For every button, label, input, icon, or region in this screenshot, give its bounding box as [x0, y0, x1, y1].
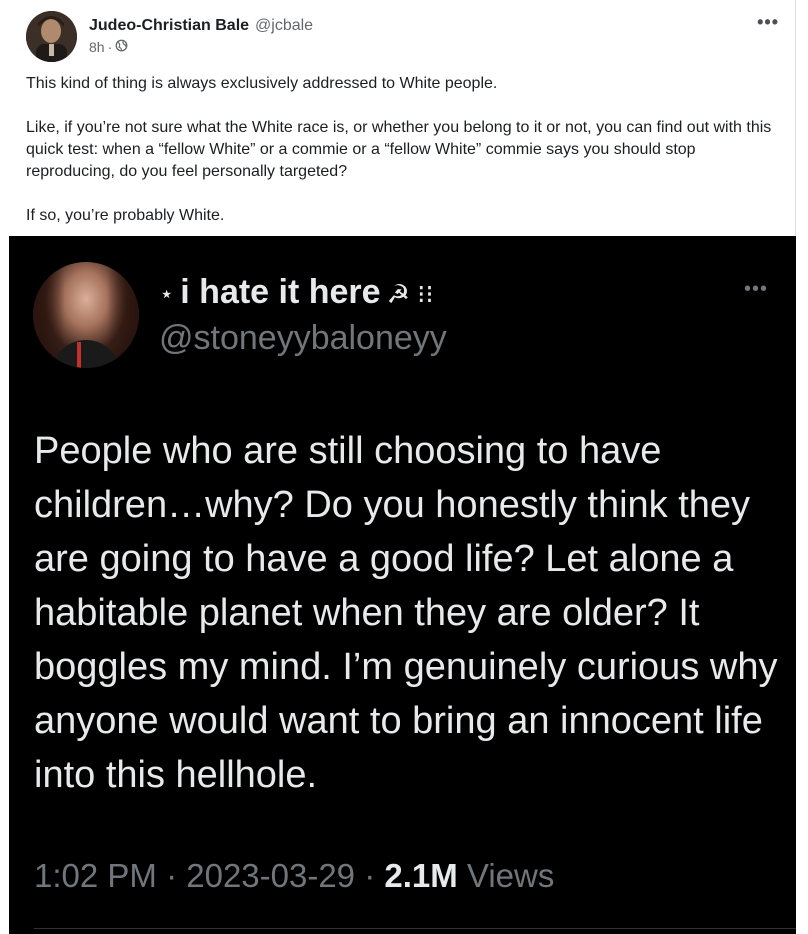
- social-post: Judeo-Christian Bale @jcbale 8h · ••• Thi…: [0, 0, 796, 934]
- tweet-author-avatar: [33, 262, 139, 368]
- post-body: This kind of thing is always exclusively…: [26, 73, 776, 249]
- tweet-time: 1:02 PM: [34, 857, 157, 894]
- author-row: Judeo-Christian Bale @jcbale: [89, 16, 313, 36]
- author-name[interactable]: Judeo-Christian Bale: [89, 17, 249, 34]
- post-paragraph: This kind of thing is always exclusively…: [26, 75, 498, 92]
- tweet-views-count: 2.1M: [384, 857, 458, 894]
- post-time[interactable]: 8h: [89, 39, 105, 55]
- post-paragraph: If so, you’re probably White.: [26, 207, 225, 224]
- tweet-display-name-row: ⋆ i hate it here ☭ ⁝⁝: [161, 272, 434, 314]
- hammer-sickle-icon: ☭ ⁝⁝: [386, 279, 434, 309]
- separator-dot: ·: [355, 857, 385, 894]
- star-icon: ⋆: [161, 284, 173, 305]
- tweet-handle: @stoneyybaloneyy: [159, 319, 447, 357]
- tweet-date: 2023-03-29: [186, 857, 356, 894]
- post-more-options-button[interactable]: •••: [757, 12, 779, 33]
- separator-dot: ·: [156, 857, 187, 894]
- avatar-stripe-shape: [77, 342, 81, 368]
- author-avatar[interactable]: [26, 11, 77, 62]
- tweet-more-icon: •••: [743, 278, 768, 300]
- post-meta: Judeo-Christian Bale @jcbale 8h ·: [89, 16, 313, 63]
- post-paragraph: Like, if you’re not sure what the White …: [26, 119, 772, 180]
- post-timestamp-row: 8h ·: [89, 39, 313, 55]
- tweet-footer: 1:02 PM · 2023-03-29 · 2.1M Views: [34, 856, 554, 896]
- author-handle[interactable]: @jcbale: [255, 17, 313, 34]
- separator-dot: ·: [107, 39, 113, 55]
- avatar-portrait-icon: [26, 11, 77, 62]
- embedded-tweet-image[interactable]: ⋆ i hate it here ☭ ⁝⁝ @stoneyybaloneyy •••…: [9, 236, 796, 934]
- tweet-views-label: Views: [466, 857, 555, 894]
- tweet-text: People who are still choosing to have ch…: [34, 430, 778, 796]
- tweet-display-name: i hate it here: [180, 273, 381, 311]
- post-header: Judeo-Christian Bale @jcbale 8h ·: [26, 11, 313, 63]
- tweet-divider: [34, 928, 796, 929]
- globe-icon: [115, 39, 128, 55]
